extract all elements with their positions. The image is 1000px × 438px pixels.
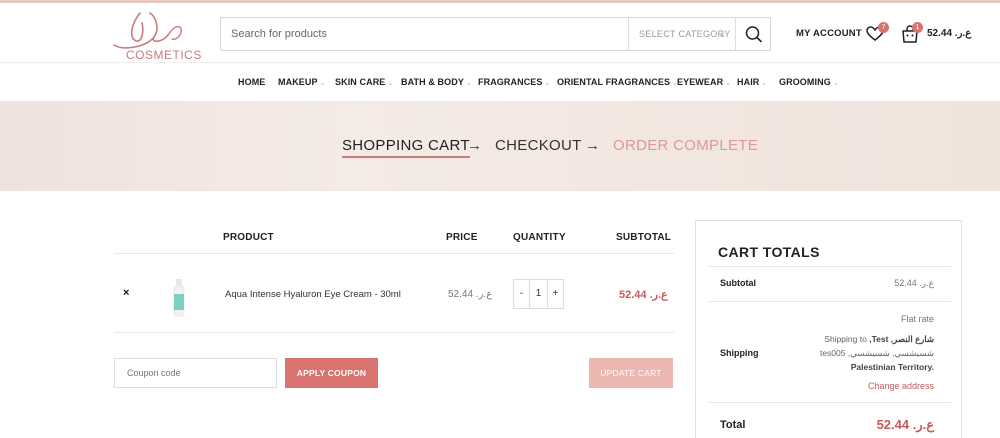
- cart-totals-panel: CART TOTALS Subtotal 52.44 .ع.ر Flat rat…: [695, 220, 962, 438]
- cart-totals-title: CART TOTALS: [718, 244, 820, 260]
- nav-item-oriental-fragrances[interactable]: ORIENTAL FRAGRANCES ⌄: [557, 77, 678, 87]
- shipping-address: Shipping to شارع النصر, Test, tes005 شسي…: [819, 334, 934, 372]
- search-bar: SELECT CATEGORY ⌄: [220, 17, 771, 51]
- step-order-complete: ORDER COMPLETE: [613, 137, 759, 154]
- change-address-link[interactable]: Change address: [868, 381, 934, 391]
- wishlist-count-badge: 7: [878, 22, 889, 33]
- chevron-down-icon: ⌄: [387, 80, 394, 87]
- chevron-down-icon: ⌄: [465, 80, 472, 87]
- column-header-subtotal: SUBTOTAL: [616, 232, 672, 243]
- nav-item-home[interactable]: HOME: [238, 77, 265, 87]
- product-thumbnail[interactable]: [170, 278, 188, 318]
- category-select-label: SELECT CATEGORY: [639, 29, 731, 39]
- nav-item-eyewear[interactable]: EYEWEAR ⌄: [677, 77, 731, 87]
- cart-button[interactable]: 1: [899, 22, 923, 45]
- column-header-product: PRODUCT: [223, 232, 274, 243]
- cart-total-amount[interactable]: 52.44 .ع.ر: [927, 28, 971, 39]
- quantity-decrease-button[interactable]: -: [513, 279, 530, 309]
- arrow-right-icon: →: [585, 137, 601, 154]
- chevron-down-icon: ⌄: [832, 80, 839, 87]
- quantity-stepper: - 1 +: [513, 279, 572, 309]
- totals-divider: [708, 266, 951, 267]
- total-label: Total: [720, 419, 746, 431]
- nav-item-hair[interactable]: HAIR ⌄: [737, 77, 767, 87]
- table-header-divider: [114, 253, 674, 254]
- category-select[interactable]: SELECT CATEGORY ⌄: [628, 18, 736, 50]
- remove-item-icon[interactable]: ×: [123, 287, 129, 299]
- apply-coupon-button[interactable]: APPLY COUPON: [285, 358, 378, 388]
- logo-text: COSMETICS: [126, 48, 202, 62]
- logo-script-mark: [113, 12, 182, 49]
- column-header-price: PRICE: [446, 232, 478, 243]
- wishlist-button[interactable]: 7: [865, 22, 889, 44]
- product-subtotal: 52.44 .ع.ر: [619, 289, 668, 301]
- cart-count-badge: 1: [912, 22, 923, 33]
- totals-divider: [708, 301, 951, 302]
- checkout-steps-banner: SHOPPING CART → CHECKOUT → ORDER COMPLET…: [0, 101, 1000, 191]
- search-input[interactable]: [231, 18, 621, 50]
- main-navigation: HOME MAKEUP ⌄ SKIN CARE ⌄ BATH & BODY ⌄ FRA…: [0, 64, 1000, 101]
- chevron-down-icon: ⌄: [761, 80, 768, 87]
- shipping-method: Flat rate: [900, 314, 934, 324]
- search-button[interactable]: [735, 18, 770, 50]
- nav-item-fragrances[interactable]: FRAGRANCES ⌄: [478, 77, 550, 87]
- chevron-down-icon: ⌄: [544, 80, 551, 87]
- quantity-increase-button[interactable]: +: [547, 279, 564, 309]
- table-row-divider: [114, 332, 674, 333]
- search-icon: [745, 26, 762, 43]
- subtotal-value: 52.44 .ع.ر: [894, 278, 934, 288]
- site-logo[interactable]: COSMETICS: [110, 7, 202, 63]
- my-account-link[interactable]: MY ACCOUNT: [796, 28, 862, 39]
- chevron-down-icon: ⌄: [319, 80, 326, 87]
- total-value: 52.44 .ع.ر: [876, 417, 934, 432]
- quantity-input[interactable]: 1: [529, 279, 548, 309]
- subtotal-label: Subtotal: [720, 278, 756, 288]
- nav-item-makeup[interactable]: MAKEUP ⌄: [278, 77, 326, 87]
- arrow-right-icon: →: [467, 137, 483, 154]
- update-cart-button[interactable]: UPDATE CART: [589, 358, 673, 388]
- step-checkout[interactable]: CHECKOUT: [495, 137, 582, 154]
- totals-divider: [708, 402, 951, 403]
- site-header: COSMETICS SELECT CATEGORY ⌄ MY ACCOUNT 7…: [0, 3, 1000, 63]
- product-price: 52.44 .ع.ر: [448, 289, 493, 300]
- nav-item-grooming[interactable]: GROOMING ⌄: [779, 77, 839, 87]
- product-name-link[interactable]: Aqua Intense Hyaluron Eye Cream - 30ml: [225, 289, 401, 300]
- nav-item-bath-body[interactable]: BATH & BODY ⌄: [401, 77, 472, 87]
- shipping-label: Shipping: [720, 348, 759, 358]
- chevron-down-icon: ⌄: [725, 80, 732, 87]
- coupon-code-input[interactable]: [114, 358, 277, 388]
- column-header-quantity: QUANTITY: [513, 232, 566, 243]
- nav-item-skin-care[interactable]: SKIN CARE ⌄: [335, 77, 393, 87]
- chevron-down-icon: ⌄: [718, 29, 726, 39]
- step-shopping-cart[interactable]: SHOPPING CART: [342, 137, 470, 158]
